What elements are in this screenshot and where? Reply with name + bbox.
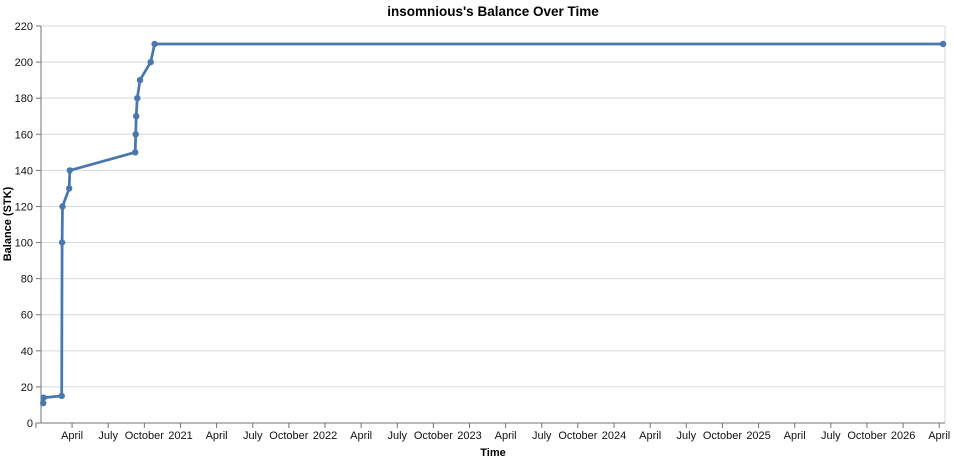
data-point-marker [58,392,65,400]
y-axis-title: Balance (STK) [2,186,14,261]
balance-series [40,40,947,407]
y-tick-label: 100 [15,238,33,250]
chart-page: 0 20 40 60 80 100 120 140 160 180 200 220 April July O… [0,0,954,464]
data-point-marker [136,76,144,84]
data-point-marker [147,58,154,66]
x-tick-label: 2026 [891,430,915,442]
x-tick-label: July [821,430,841,442]
y-tick-label: 180 [15,93,33,105]
x-tick-label: April [928,430,950,442]
y-tick-label: 20 [21,382,33,394]
x-tick-label: October [558,430,597,442]
data-point-marker [939,40,947,48]
y-tick-label: 120 [15,201,33,213]
x-tick-label: 2021 [168,430,192,442]
data-point-marker [132,131,139,138]
y-tick-label: 60 [21,310,33,322]
y-tick-label: 200 [15,57,33,69]
data-point-marker [134,95,141,102]
x-tick-label: October [703,430,742,442]
x-tick-label: October [414,430,453,442]
data-point-marker [59,203,66,210]
data-point-marker [58,239,66,246]
x-tick-label: July [243,430,263,442]
data-point-marker [66,185,73,192]
x-tick-label: October [125,430,164,442]
x-tick-label: July [98,430,118,442]
x-tick-label: 2023 [457,430,481,442]
data-point-marker [66,167,74,174]
axes: 0 20 40 60 80 100 120 140 160 180 200 220 April July O… [15,21,951,442]
gridlines [41,25,946,423]
x-axis-title: Time [480,447,505,459]
chart-title: insomnious's Balance Over Time [387,4,599,19]
y-tick-label: 140 [15,165,33,177]
x-tick-label: 2025 [746,430,770,442]
data-point-marker [40,394,47,401]
x-tick-label: July [387,430,407,442]
x-tick-label: July [532,430,552,442]
x-tick-label: 2022 [313,430,337,442]
balance-over-time-chart: 0 20 40 60 80 100 120 140 160 180 200 220 April July O… [2,4,951,459]
x-tick-label: April [784,430,806,442]
x-tick-label: April [61,430,83,442]
y-tick-label: 0 [27,418,33,430]
x-tick-label: October [269,430,308,442]
y-tick-label: 40 [21,346,33,358]
x-tick-label: April [495,430,517,442]
x-tick-label: April [639,430,661,442]
x-tick-label: 2024 [602,430,626,442]
data-point-marker [151,40,158,48]
x-tick-label: July [677,430,697,442]
x-tick-label: October [847,430,886,442]
data-point-marker [133,113,140,120]
x-tick-label: April [206,430,228,442]
x-tick-label: April [350,430,372,442]
y-tick-label: 80 [21,274,33,286]
y-tick-label: 220 [15,21,33,33]
y-tick-label: 160 [15,129,33,141]
data-point-marker [132,149,139,156]
